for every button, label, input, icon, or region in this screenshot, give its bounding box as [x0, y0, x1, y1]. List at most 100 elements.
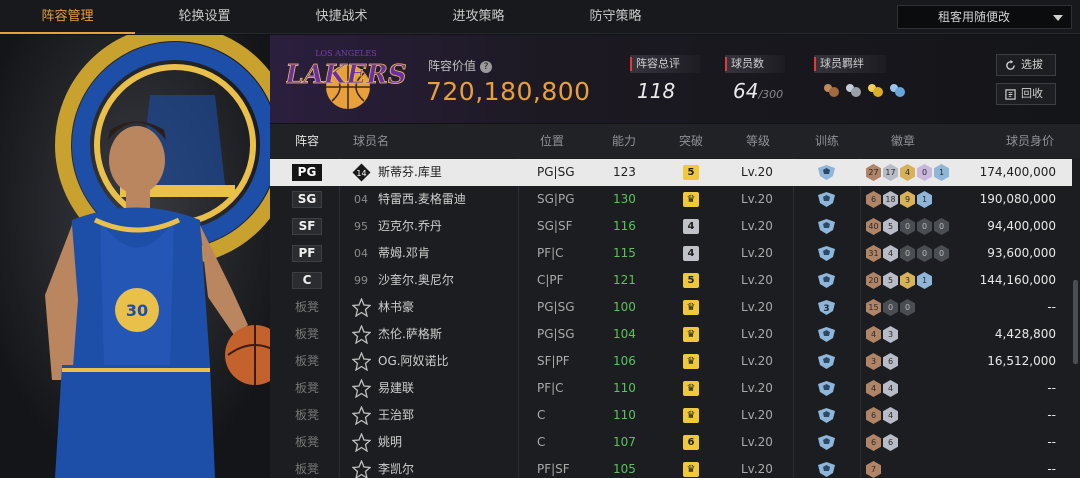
shield-icon[interactable]	[817, 326, 836, 343]
col-player-value[interactable]: 球员身价	[1006, 124, 1054, 158]
badge-hex: 31	[866, 245, 881, 262]
star-icon	[352, 298, 371, 317]
lineup-dropdown-value: 租客用随便改	[938, 10, 1011, 24]
shield-icon[interactable]	[817, 407, 836, 424]
lineup-dropdown[interactable]: 租客用随便改	[897, 5, 1072, 29]
player-value: 190,080,000	[979, 192, 1056, 206]
table-scrollbar[interactable]	[1073, 280, 1078, 364]
player-ability: 121	[613, 273, 636, 287]
badge-hex: 15	[866, 299, 881, 316]
table-row[interactable]: 板凳 杰伦.萨格斯 PG|SG 104 ♛ Lv.20 4 3 4,428,800	[270, 321, 1072, 348]
synergy-icon-2[interactable]	[844, 81, 862, 99]
table-row[interactable]: 板凳 林书豪 PG|SG 100 ♛ Lv.20 3 15 0 0 --	[270, 294, 1072, 321]
table-row[interactable]: 板凳 易建联 PF|C 110 ♛ Lv.20 4 4 --	[270, 375, 1072, 402]
shield-icon[interactable]	[817, 434, 836, 451]
table-row[interactable]: 板凳 王治郅 C 110 ♛ Lv.20 6 4 --	[270, 402, 1072, 429]
badge-hex: 4	[883, 407, 898, 424]
player-position: C	[537, 435, 546, 449]
player-name: 王治郅	[378, 408, 415, 422]
shield-icon[interactable]	[817, 461, 836, 478]
shield-icon[interactable]	[817, 353, 836, 370]
breakthrough-badge: 6	[683, 435, 699, 450]
bench-slot-label: 板凳	[295, 327, 320, 341]
table-row[interactable]: 板凳 李凯尔 PF|SF 105 ♛ Lv.20 7 --	[270, 456, 1072, 478]
team-summary-band: LOS ANGELES LAKERS 阵容价值? 720,180,800 阵容总…	[270, 35, 1080, 123]
bench-slot-label: 板凳	[295, 381, 320, 395]
player-value: 16,512,000	[987, 354, 1056, 368]
recycle-icon	[1005, 89, 1016, 100]
player-name: 特雷西.麦格雷迪	[378, 192, 466, 206]
tab-quick-tactics[interactable]: 快捷战术	[274, 0, 409, 34]
col-level[interactable]: 等级	[746, 124, 770, 158]
player-ability: 110	[613, 408, 636, 422]
svg-text:14: 14	[356, 169, 366, 178]
shield-icon[interactable]	[817, 245, 836, 262]
player-level: Lv.20	[741, 300, 773, 314]
col-badges[interactable]: 徽章	[891, 124, 915, 158]
synergy-icon-4[interactable]	[888, 81, 906, 99]
badge-hex: 3	[866, 353, 881, 370]
recycle-button[interactable]: 回收	[996, 83, 1056, 105]
badge-hex: 0	[934, 245, 949, 262]
badge-hex: 0	[883, 299, 898, 316]
shield-icon[interactable]: 3	[817, 299, 836, 316]
tab-lineup-management[interactable]: 阵容管理	[0, 0, 135, 34]
synergy-label: 球员羁绊	[814, 55, 886, 73]
badge-hex: 9	[900, 191, 915, 208]
player-ability: 123	[613, 165, 636, 179]
lineup-value: 720,180,800	[426, 77, 591, 106]
shield-icon[interactable]	[817, 272, 836, 289]
player-value: 93,600,000	[987, 246, 1056, 260]
roster-table: 阵容 球员名 位置 能力 突破 等级 训练 徽章 球员身价 PG 14 斯蒂芬.库里…	[270, 124, 1080, 478]
player-count-label: 球员数	[725, 55, 785, 73]
badge-hex: 3	[883, 326, 898, 343]
player-ability: 104	[613, 327, 636, 341]
badge-hex: 0	[900, 299, 915, 316]
player-ability: 110	[613, 381, 636, 395]
player-value: 144,160,000	[979, 273, 1056, 287]
player-value: --	[1047, 381, 1056, 395]
player-level: Lv.20	[741, 435, 773, 449]
star-icon	[352, 460, 371, 478]
synergy-icon-1[interactable]	[822, 81, 840, 99]
badge-hex: 6	[883, 434, 898, 451]
col-player-name[interactable]: 球员名	[353, 124, 389, 158]
player-ability: 106	[613, 354, 636, 368]
table-row[interactable]: 板凳 姚明 C 107 6 Lv.20 6 6 --	[270, 429, 1072, 456]
table-row[interactable]: PG 14 斯蒂芬.库里 PG|SG 123 5 Lv.20 27 17 4 0 1 174,400,0…	[270, 159, 1072, 186]
col-training[interactable]: 训练	[815, 124, 839, 158]
col-position[interactable]: 位置	[540, 124, 564, 158]
col-ability[interactable]: 能力	[612, 124, 636, 158]
badge-hex: 0	[917, 218, 932, 235]
tab-offense-strategy[interactable]: 进攻策略	[411, 0, 546, 34]
shield-icon[interactable]	[817, 380, 836, 397]
player-count-value: 64	[733, 79, 759, 103]
table-row[interactable]: SF 95 迈克尔.乔丹 SG|SF 116 4 Lv.20 40 5 0 0 0 94,400,000	[270, 213, 1072, 240]
breakthrough-badge: ♛	[683, 327, 699, 342]
col-lineup[interactable]: 阵容	[295, 124, 319, 158]
breakthrough-badge: ♛	[683, 354, 699, 369]
badge-hex: 4	[866, 380, 881, 397]
badge-hex: 0	[900, 245, 915, 262]
bench-slot-label: 板凳	[295, 300, 320, 314]
player-position: C|PF	[537, 273, 564, 287]
lineup-slot-tag: C	[292, 272, 322, 289]
synergy-icon-3[interactable]	[866, 81, 884, 99]
col-breakthrough[interactable]: 突破	[679, 124, 703, 158]
table-row[interactable]: C 99 沙奎尔.奥尼尔 C|PF 121 5 Lv.20 20 5 3 1 144,160,000	[270, 267, 1072, 294]
select-button[interactable]: 选拔	[996, 54, 1056, 76]
table-row[interactable]: 板凳 OG.阿奴诺比 SF|PF 106 ♛ Lv.20 3 6 16,512,000	[270, 348, 1072, 375]
table-row[interactable]: SG 04 特雷西.麦格雷迪 SG|PG 130 ♛ Lv.20 6 18 9 1 190,080,0…	[270, 186, 1072, 213]
tab-defense-strategy[interactable]: 防守策略	[548, 0, 683, 34]
recycle-button-label: 回收	[1021, 87, 1043, 100]
badge-hex: 18	[883, 191, 898, 208]
question-icon[interactable]: ?	[480, 60, 493, 73]
shield-icon[interactable]	[817, 191, 836, 208]
table-row[interactable]: PF 04 蒂姆.邓肯 PF|C 115 4 Lv.20 31 4 0 0 0 93,600,000	[270, 240, 1072, 267]
tab-rotation-settings[interactable]: 轮换设置	[137, 0, 272, 34]
shield-icon[interactable]	[817, 164, 836, 181]
shield-icon[interactable]	[817, 218, 836, 235]
team-logo-wordmark: LAKERS	[286, 60, 406, 90]
player-level: Lv.20	[741, 462, 773, 476]
player-level: Lv.20	[741, 219, 773, 233]
